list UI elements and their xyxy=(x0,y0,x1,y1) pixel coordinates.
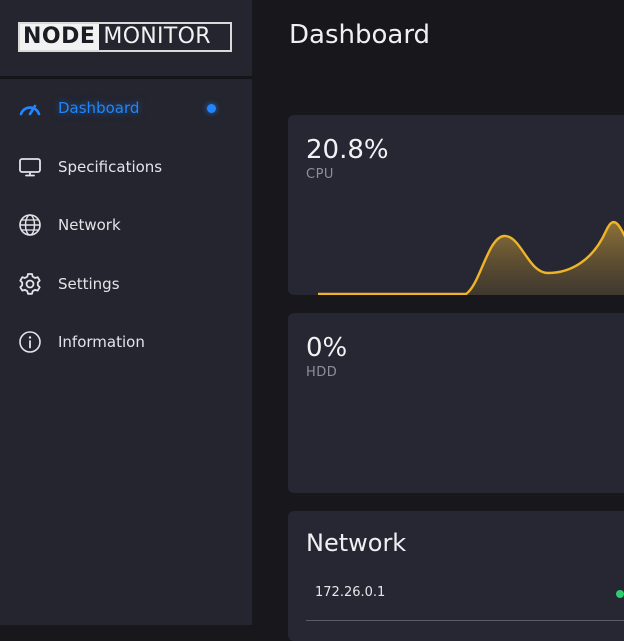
network-card: Network 172.26.0.1 xyxy=(288,511,624,641)
sidebar-item-specifications[interactable]: Specifications xyxy=(0,147,252,187)
cpu-card: 20.8% CPU xyxy=(288,115,624,295)
gauge-icon xyxy=(16,94,44,122)
status-dot xyxy=(616,590,624,598)
hdd-value: 0% xyxy=(306,333,348,363)
globe-icon xyxy=(16,211,44,239)
cpu-sparkline xyxy=(318,220,624,295)
sidebar: NODE MONITOR Dashboard Specifications Ne… xyxy=(0,0,252,625)
gear-icon xyxy=(16,270,44,298)
sidebar-divider xyxy=(0,76,252,79)
logo-monitor-text: MONITOR xyxy=(103,24,211,49)
hdd-card: 0% HDD xyxy=(288,313,624,493)
sidebar-item-label: Specifications xyxy=(58,158,163,176)
sidebar-item-label: Settings xyxy=(58,275,120,293)
network-row[interactable]: 172.26.0.1 xyxy=(306,577,624,621)
logo-node-text: NODE xyxy=(20,24,100,50)
sidebar-item-label: Dashboard xyxy=(58,99,140,117)
info-icon xyxy=(16,328,44,356)
network-ip: 172.26.0.1 xyxy=(315,585,386,600)
sidebar-item-dashboard[interactable]: Dashboard xyxy=(0,88,252,128)
sidebar-item-label: Information xyxy=(58,333,145,351)
logo: NODE MONITOR xyxy=(18,22,232,52)
page-title: Dashboard xyxy=(289,20,431,50)
sidebar-item-network[interactable]: Network xyxy=(0,205,252,245)
monitor-icon xyxy=(16,153,44,181)
hdd-label: HDD xyxy=(306,365,338,380)
sidebar-item-information[interactable]: Information xyxy=(0,322,252,362)
active-indicator-dot xyxy=(207,103,216,113)
sidebar-item-settings[interactable]: Settings xyxy=(0,264,252,304)
cpu-area xyxy=(318,222,624,295)
sidebar-item-label: Network xyxy=(58,216,121,234)
network-card-title: Network xyxy=(306,529,407,557)
